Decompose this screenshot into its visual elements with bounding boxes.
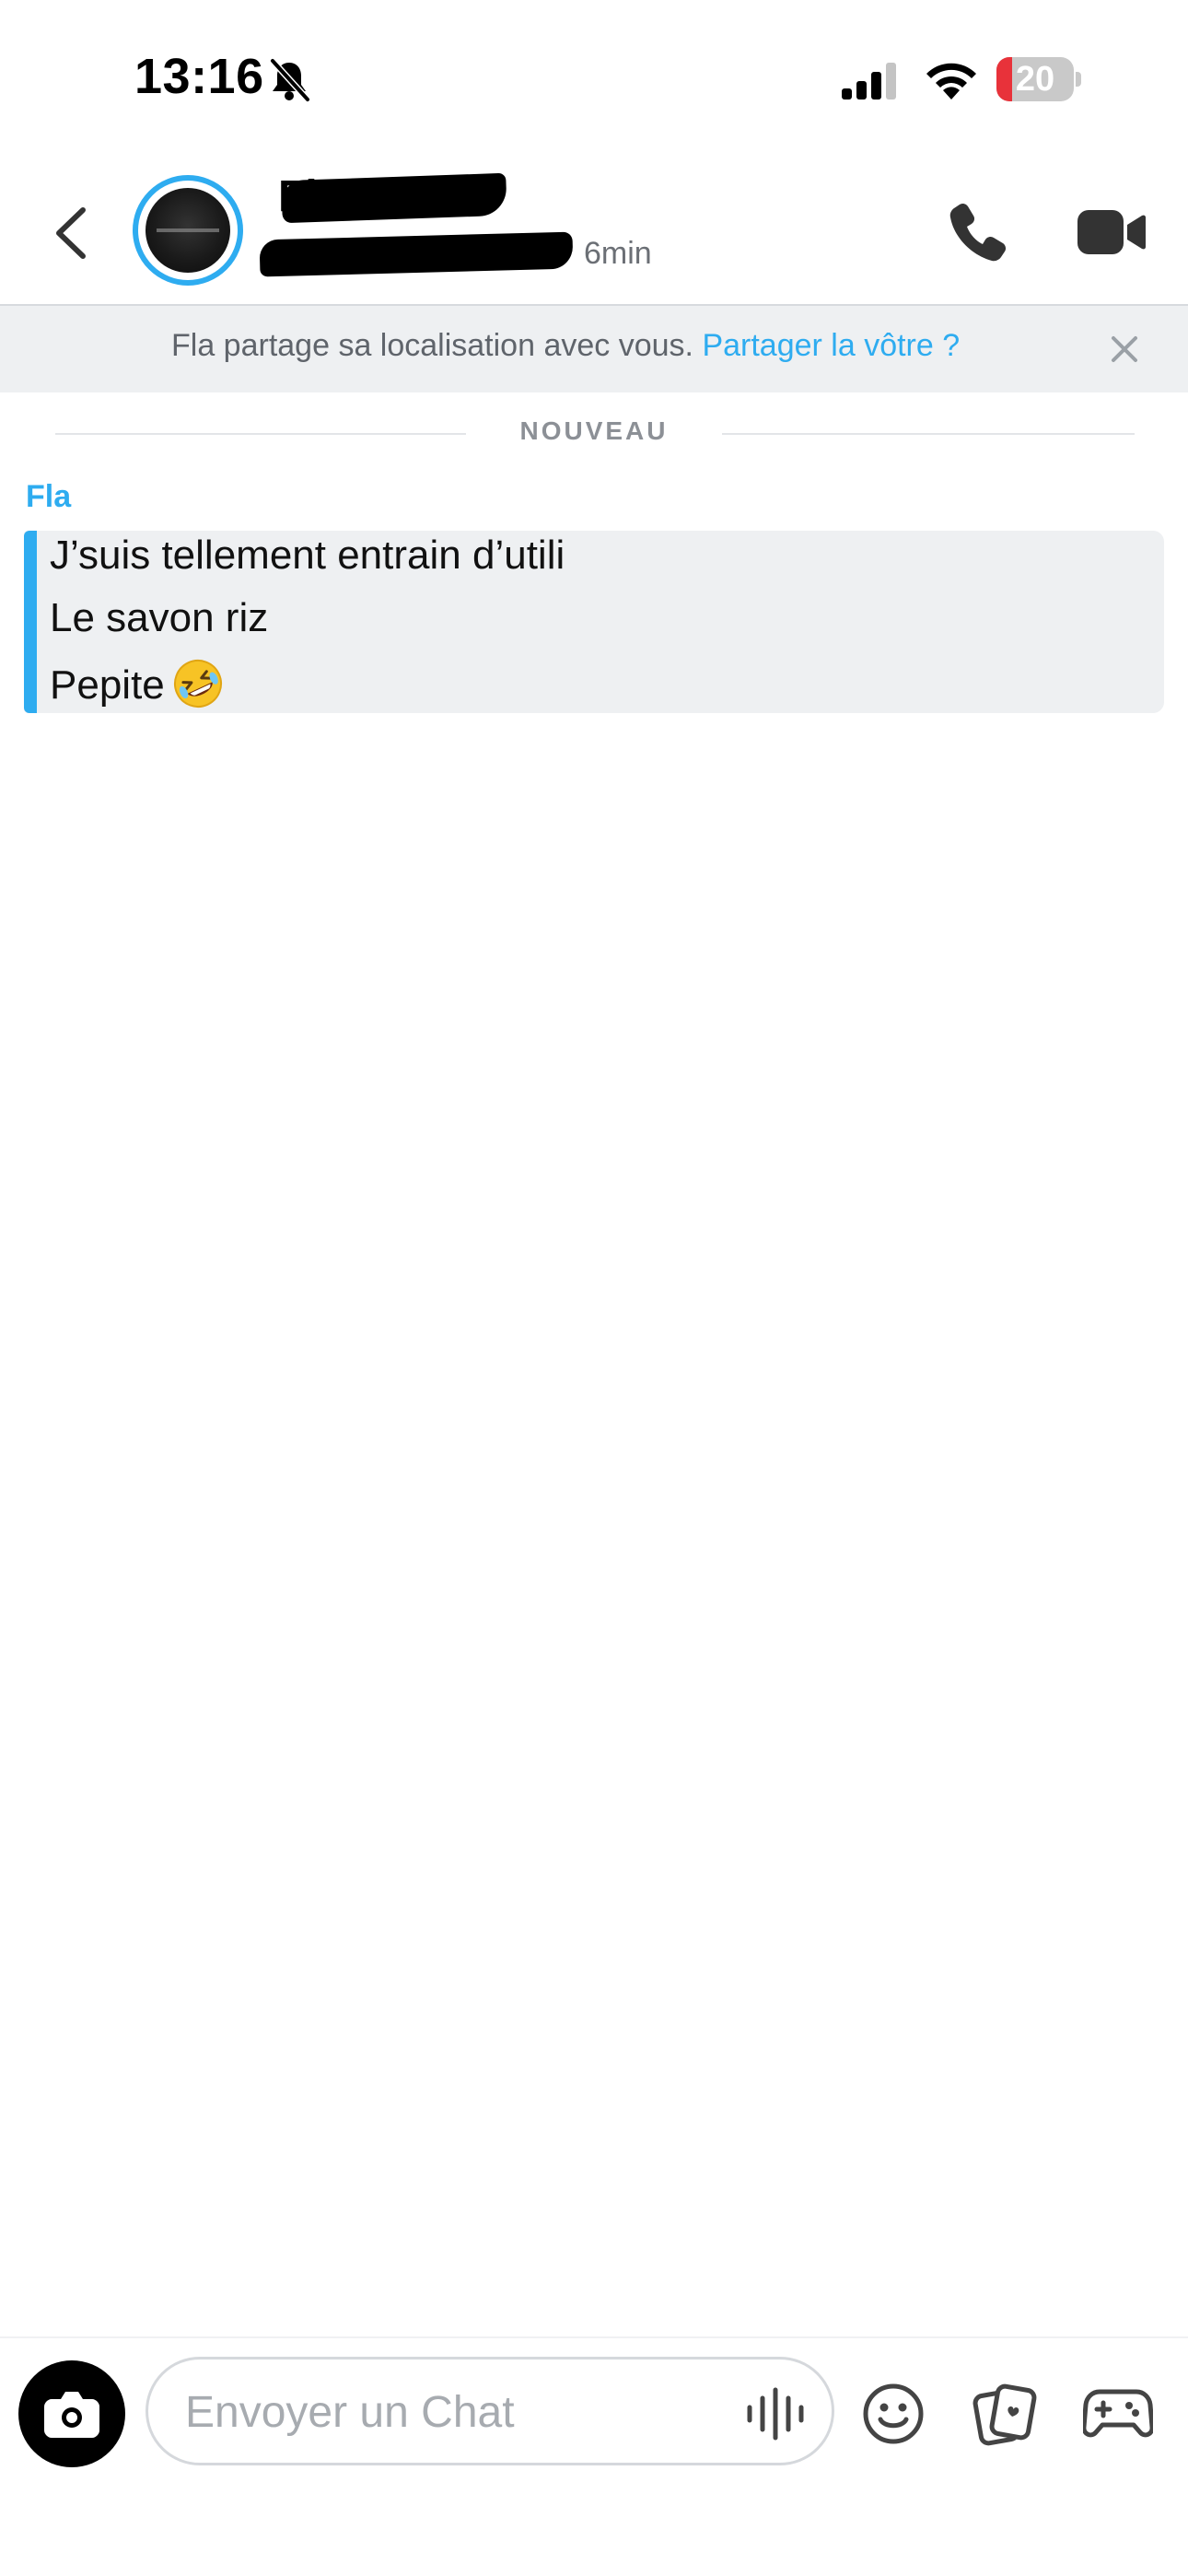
message-line: Pepite — [50, 658, 224, 709]
memories-icon[interactable] — [973, 2381, 1039, 2447]
battery-indicator: 20 — [996, 57, 1081, 101]
composer-separator — [0, 2336, 1188, 2338]
redaction-mark — [259, 231, 574, 277]
camera-icon — [44, 2392, 99, 2438]
status-time: 13:16 — [134, 49, 264, 104]
close-icon[interactable] — [1111, 335, 1138, 363]
voice-waveform-icon[interactable] — [745, 2387, 809, 2441]
location-share-banner: Fla partage sa localisation avec vous. P… — [0, 304, 1188, 392]
game-controller-icon[interactable] — [1083, 2384, 1153, 2443]
new-messages-divider: NOUVEAU — [519, 416, 669, 445]
wifi-icon — [926, 63, 976, 100]
share-location-link[interactable]: Partager la vôtre ? — [702, 328, 960, 363]
phone-icon[interactable] — [947, 201, 1007, 262]
message-text: Le savon riz — [50, 595, 269, 640]
avatar-image — [146, 188, 230, 273]
rolling-laughing-emoji-icon — [173, 660, 222, 708]
back-chevron-icon[interactable] — [50, 205, 92, 262]
chat-input[interactable] — [183, 2380, 684, 2444]
signal-icon — [842, 63, 896, 100]
message-text: J’suis tellement entrain d’utili — [50, 533, 565, 578]
smiley-icon[interactable] — [862, 2383, 925, 2445]
presence-time: 6min — [584, 236, 652, 271]
video-camera-icon[interactable] — [1077, 208, 1146, 256]
redaction-mark — [281, 172, 507, 224]
sender-name: Fla — [26, 479, 72, 514]
banner-message: Fla partage sa localisation avec vous. — [171, 328, 703, 363]
bell-slash-icon — [270, 58, 310, 102]
message-group[interactable]: J’suis tellement entrain d’utili Le savo… — [24, 531, 1164, 713]
camera-button[interactable] — [18, 2360, 125, 2467]
chat-input-field[interactable] — [146, 2357, 834, 2465]
sender-color-bar — [24, 531, 37, 713]
battery-level: 20 — [1015, 60, 1055, 99]
avatar[interactable] — [133, 175, 243, 286]
message-text: Pepite — [50, 662, 165, 708]
